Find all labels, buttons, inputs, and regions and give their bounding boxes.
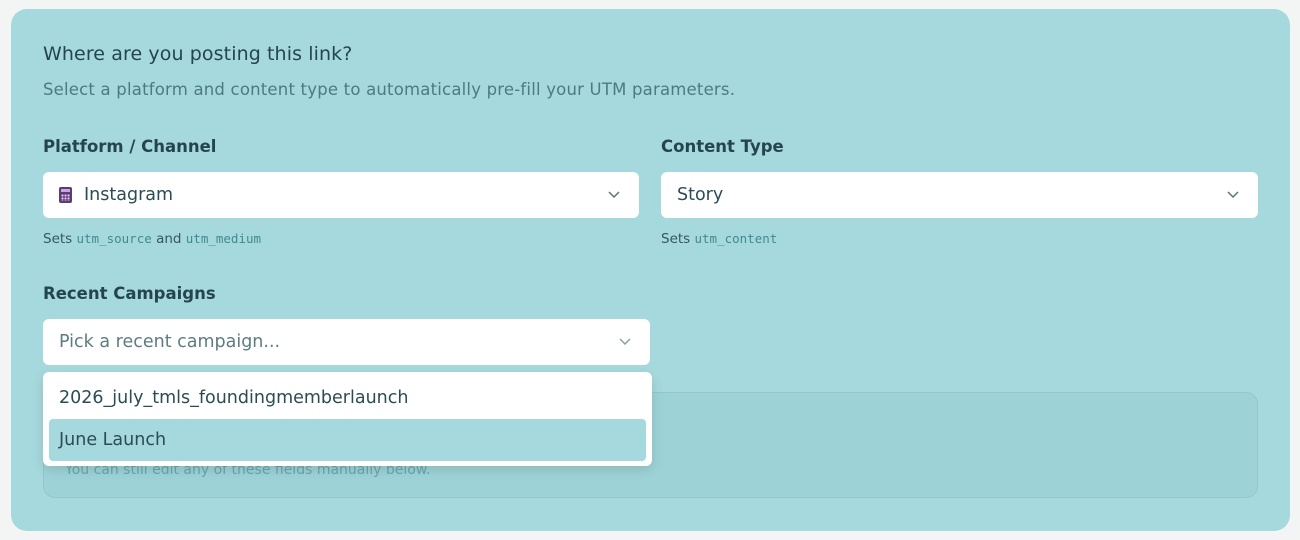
content-type-select-text: Story	[677, 185, 724, 205]
utm-source-code: utm_source	[76, 231, 152, 246]
recent-campaigns-select[interactable]: Pick a recent campaign...	[43, 319, 650, 365]
recent-campaigns-placeholder: Pick a recent campaign...	[59, 332, 281, 352]
platform-hint: Sets utm_source and utm_medium	[43, 231, 261, 247]
card-subtitle: Select a platform and content type to au…	[43, 80, 736, 99]
chevron-down-icon	[1227, 191, 1239, 199]
utm-prefill-card: Where are you posting this link? Select …	[11, 9, 1290, 531]
platform-select-text: Instagram	[84, 185, 174, 205]
recent-campaigns-dropdown: 2026_july_tmls_foundingmemberlaunch June…	[43, 372, 652, 466]
utm-medium-code: utm_medium	[185, 231, 262, 246]
content-type-hint: Sets utm_content	[661, 231, 777, 247]
platform-select-value: Instagram	[59, 185, 173, 205]
utm-content-code: utm_content	[694, 231, 778, 246]
chevron-down-icon	[619, 338, 631, 346]
platform-label: Platform / Channel	[43, 137, 217, 156]
platform-hint-prefix: Sets	[43, 231, 73, 247]
campaign-option-highlighted[interactable]: June Launch	[49, 419, 646, 461]
card-title: Where are you posting this link?	[43, 43, 353, 65]
platform-select[interactable]: Instagram	[43, 172, 639, 218]
content-type-hint-prefix: Sets	[661, 231, 691, 247]
chevron-down-icon	[608, 191, 620, 199]
content-type-label: Content Type	[661, 137, 784, 156]
calculator-icon	[59, 187, 72, 203]
recent-campaigns-label: Recent Campaigns	[43, 284, 216, 303]
platform-hint-and: and	[156, 231, 182, 247]
content-type-select[interactable]: Story	[661, 172, 1258, 218]
campaign-option[interactable]: 2026_july_tmls_foundingmemberlaunch	[43, 377, 652, 419]
